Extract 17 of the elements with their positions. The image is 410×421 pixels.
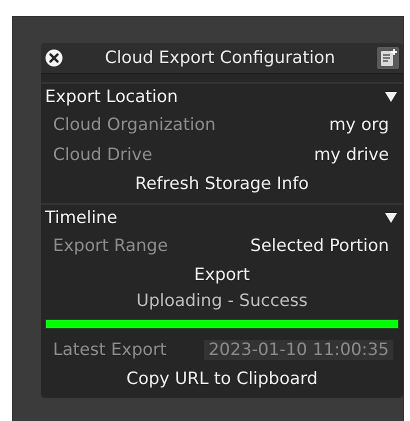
section-header[interactable]: Export Location xyxy=(41,84,403,110)
field-label: Export Range xyxy=(53,236,168,256)
action-button[interactable]: Refresh Storage Info xyxy=(131,170,313,197)
field-label: Cloud Organization xyxy=(53,115,216,135)
timestamp-field: 2023-01-10 11:00:35 xyxy=(204,340,393,360)
section-header[interactable]: Timeline xyxy=(41,205,403,231)
action-button[interactable]: Copy URL to Clipboard xyxy=(122,365,322,392)
field-value[interactable]: my org xyxy=(329,115,389,135)
dialog-title: Cloud Export Configuration xyxy=(104,48,336,68)
field-label: Cloud Drive xyxy=(53,145,152,165)
field-value[interactable]: Selected Portion xyxy=(250,236,389,256)
field-value[interactable]: my drive xyxy=(314,145,389,165)
note-icon[interactable] xyxy=(377,47,399,69)
field-label: Latest Export xyxy=(53,340,167,360)
status-text: Uploading - Success xyxy=(135,290,309,313)
action-button[interactable]: Export xyxy=(190,261,254,288)
close-icon[interactable] xyxy=(45,49,63,67)
